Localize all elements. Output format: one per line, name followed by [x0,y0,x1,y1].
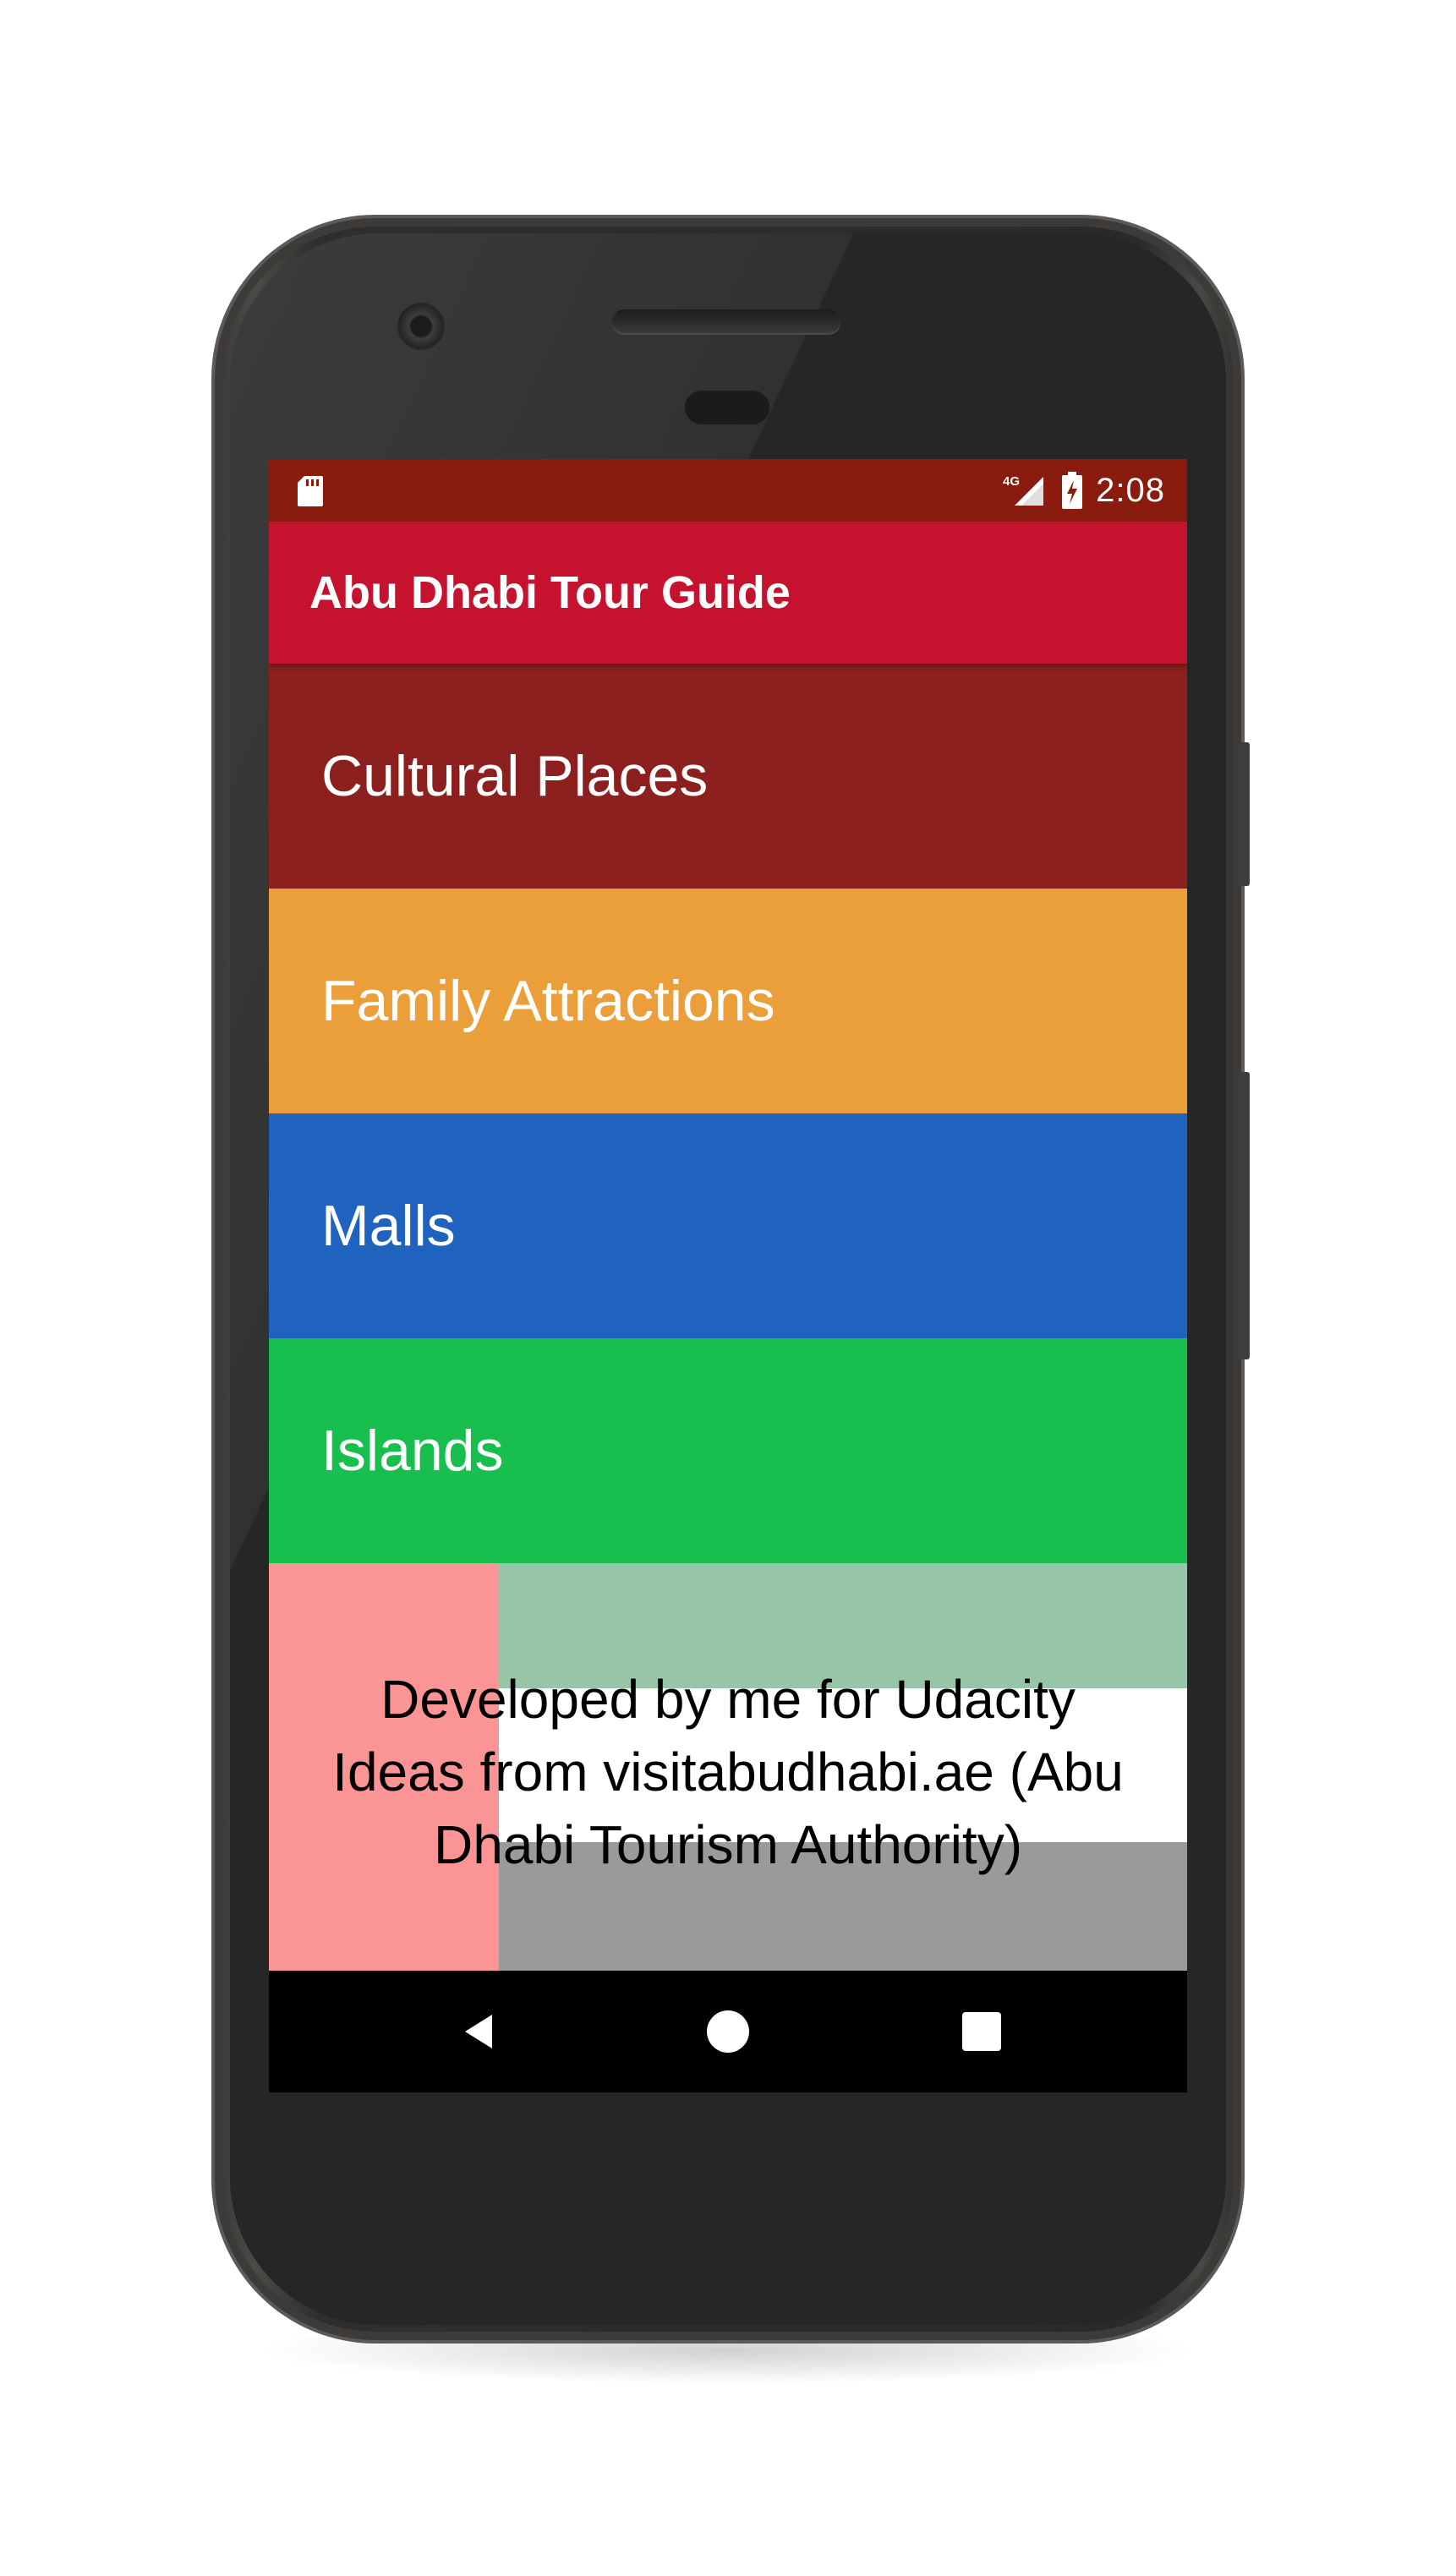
category-islands[interactable]: Islands [269,1338,1187,1563]
earpiece-speaker [612,309,840,333]
device-frame-stage: 4G 2:08 Abu Dhabi Tour Guide Cultural Pl… [0,0,1456,2576]
navigation-bar [269,1971,1187,2092]
network-type-label: 4G [1003,474,1020,489]
sd-card-icon [298,476,323,506]
credits-line: Ideas from visitabudhabi.ae (Abu [332,1742,1124,1802]
phone-screen: 4G 2:08 Abu Dhabi Tour Guide Cultural Pl… [269,459,1187,2092]
category-cultural-places[interactable]: Cultural Places [269,664,1187,889]
front-camera [397,303,445,350]
recents-icon[interactable] [958,2008,1005,2055]
back-icon[interactable] [455,2008,502,2055]
category-malls[interactable]: Malls [269,1113,1187,1338]
power-button [1240,1072,1250,1359]
volume-button [1240,742,1250,886]
category-label: Cultural Places [321,744,709,808]
credits-text: Developed by me for Udacity Ideas from v… [269,1663,1187,1881]
signal-icon: 4G [1003,474,1044,506]
credits-line: Dhabi Tourism Authority) [434,1814,1022,1875]
credits-line: Developed by me for Udacity [380,1669,1076,1730]
status-icons: 4G 2:08 [1001,459,1165,522]
app-bar: Abu Dhabi Tour Guide [269,522,1187,664]
home-icon[interactable] [704,2008,752,2055]
battery-charging-icon [1062,472,1083,509]
category-label: Islands [321,1419,504,1483]
clock: 2:08 [1096,471,1165,509]
category-label: Malls [321,1194,456,1258]
app-title: Abu Dhabi Tour Guide [309,567,791,618]
proximity-sensor [685,391,769,424]
category-label: Family Attractions [321,969,775,1033]
status-bar: 4G 2:08 [269,459,1187,522]
credits-footer: Developed by me for Udacity Ideas from v… [269,1563,1187,1971]
category-family-attractions[interactable]: Family Attractions [269,889,1187,1113]
